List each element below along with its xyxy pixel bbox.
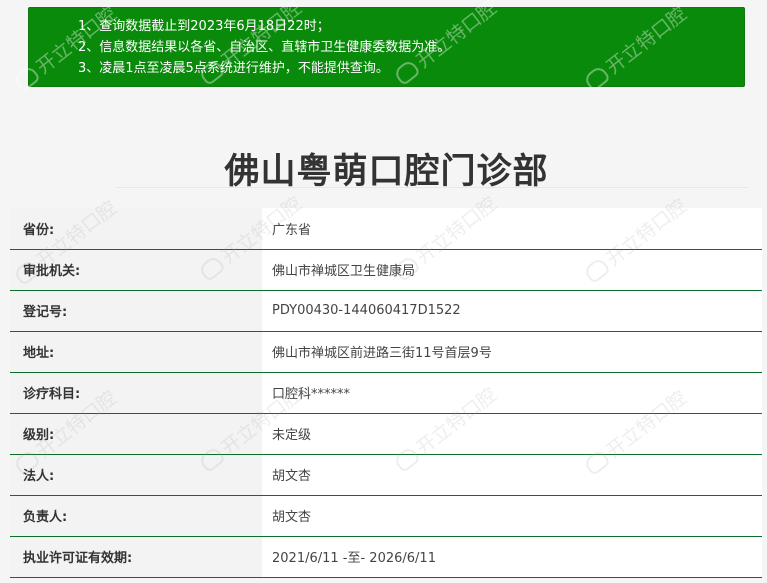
notice-line-1: 1、查询数据截止到2023年6月18日22时； [78, 19, 330, 34]
table-row-person-in-charge: 负责人: 胡文杏 [10, 495, 762, 536]
row-value: 2021/6/11 -至- 2026/6/11 [262, 536, 762, 577]
clinic-info-table: 省份: 广东省 审批机关: 佛山市禅城区卫生健康局 登记号: PDY00430-… [10, 208, 762, 578]
row-label: 法人: [10, 454, 262, 495]
table-row-address: 地址: 佛山市禅城区前进路三街11号首层9号 [10, 331, 762, 372]
query-notice-banner: 1、查询数据截止到2023年6月18日22时； 2、信息数据结果以各省、自治区、… [28, 7, 745, 87]
row-label: 执业许可证有效期: [10, 536, 262, 577]
row-value: 胡文杏 [262, 454, 762, 495]
row-label: 负责人: [10, 495, 262, 536]
notice-line-2: 2、信息数据结果以各省、自治区、直辖市卫生健康委数据为准。 [78, 40, 451, 55]
table-row-level: 级别: 未定级 [10, 413, 762, 454]
clinic-info-page: 1、查询数据截止到2023年6月18日22时； 2、信息数据结果以各省、自治区、… [0, 0, 767, 583]
table-row-medical-subjects: 诊疗科目: 口腔科****** [10, 372, 762, 413]
table-row-license-validity: 执业许可证有效期: 2021/6/11 -至- 2026/6/11 [10, 536, 762, 577]
row-label: 诊疗科目: [10, 372, 262, 413]
row-value: 佛山市禅城区卫生健康局 [262, 249, 762, 290]
row-value: 胡文杏 [262, 495, 762, 536]
table-row-approval-authority: 审批机关: 佛山市禅城区卫生健康局 [10, 249, 762, 290]
title-divider [116, 187, 748, 188]
row-label: 省份: [10, 208, 262, 249]
table-row-registration-number: 登记号: PDY00430-144060417D1522 [10, 290, 762, 331]
page-title: 佛山粤萌口腔门诊部 [224, 152, 549, 193]
row-value: 未定级 [262, 413, 762, 454]
row-value: 佛山市禅城区前进路三街11号首层9号 [262, 331, 762, 372]
notice-line-3: 3、凌晨1点至凌晨5点系统进行维护，不能提供查询。 [78, 61, 389, 76]
row-label: 地址: [10, 331, 262, 372]
table-row-province: 省份: 广东省 [10, 208, 762, 249]
table-row-legal-representative: 法人: 胡文杏 [10, 454, 762, 495]
row-value: PDY00430-144060417D1522 [262, 290, 762, 331]
row-label: 审批机关: [10, 249, 262, 290]
row-label: 登记号: [10, 290, 262, 331]
row-label: 级别: [10, 413, 262, 454]
row-value: 口腔科****** [262, 372, 762, 413]
row-value: 广东省 [262, 208, 762, 249]
